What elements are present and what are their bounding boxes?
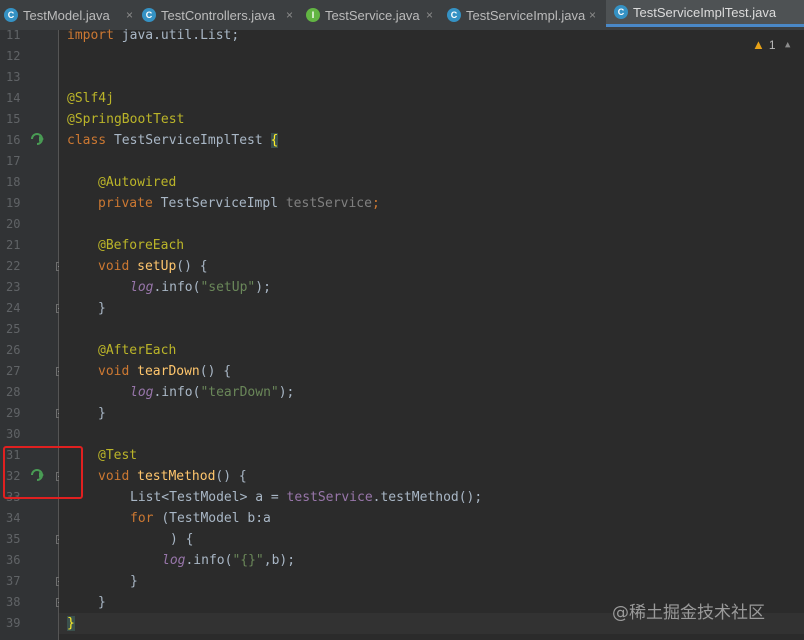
code-line-18: @Autowired — [98, 175, 177, 190]
code-editor[interactable]: import java.util.List; @Slf4j @SpringBoo… — [59, 28, 804, 640]
code-line-15: @SpringBootTest — [67, 112, 185, 127]
line-number: 27 — [6, 364, 21, 378]
line-number: 30 — [6, 427, 21, 441]
line-number: 28 — [6, 385, 21, 399]
line-number: 13 — [6, 70, 21, 84]
code-line-28: log.info("tearDown"); — [130, 385, 295, 400]
code-line-27: void tearDown() { — [98, 364, 232, 379]
line-number: 14 — [6, 91, 21, 105]
line-number: 36 — [6, 553, 21, 567]
warning-count: 1 — [768, 37, 776, 52]
line-number: 16 — [6, 133, 21, 147]
code-line-35: ) { — [170, 532, 194, 547]
inspection-widget[interactable]: ▲ 1 — [752, 37, 776, 52]
line-number: 34 — [6, 511, 21, 525]
close-icon[interactable]: × — [126, 8, 133, 22]
line-number: 29 — [6, 406, 21, 420]
line-number: 15 — [6, 112, 21, 126]
chevron-up-icon[interactable]: ▲ — [785, 40, 790, 50]
line-number: 23 — [6, 280, 21, 294]
class-icon: C — [142, 8, 156, 22]
tab-testserviceimpltest[interactable]: C TestServiceImplTest.java — [606, 0, 804, 27]
code-line-37: } — [130, 574, 138, 589]
code-line-14: @Slf4j — [67, 91, 114, 106]
tab-label: TestServiceImplTest.java — [633, 4, 777, 20]
line-number: 37 — [6, 574, 21, 588]
code-line-32: void testMethod() { — [98, 469, 247, 484]
code-line-38: } — [98, 595, 106, 610]
line-number: 39 — [6, 616, 21, 630]
class-icon: C — [614, 5, 628, 19]
line-number: 17 — [6, 154, 21, 168]
code-line-24: } — [98, 301, 106, 316]
line-number: 26 — [6, 343, 21, 357]
code-line-16: class TestServiceImplTest { — [67, 133, 279, 148]
tab-label: TestControllers.java — [161, 7, 276, 23]
code-line-29: } — [98, 406, 106, 421]
class-icon: C — [4, 8, 18, 22]
tab-label: TestService.java — [325, 7, 420, 23]
code-line-26: @AfterEach — [98, 343, 177, 358]
code-line-39: } — [67, 616, 75, 631]
line-number: 20 — [6, 217, 21, 231]
code-line-33: List<TestModel> a = testService.testMeth… — [130, 490, 483, 505]
code-line-21: @BeforeEach — [98, 238, 185, 253]
line-number: 22 — [6, 259, 21, 273]
line-number: 25 — [6, 322, 21, 336]
code-line-19: private TestServiceImpl testService; — [98, 196, 380, 211]
line-number: 35 — [6, 532, 21, 546]
line-number: 19 — [6, 196, 21, 210]
class-icon: C — [447, 8, 461, 22]
tab-testservice[interactable]: I TestService.java × — [306, 0, 433, 30]
code-line-22: void setUp() { — [98, 259, 208, 274]
run-test-class-icon[interactable] — [30, 132, 46, 146]
tab-testserviceimpl[interactable]: C TestServiceImpl.java × — [447, 0, 596, 30]
code-line-11: import java.util.List; — [67, 28, 240, 43]
line-number: 12 — [6, 49, 21, 63]
tab-label: TestModel.java — [23, 7, 110, 23]
close-icon[interactable]: × — [426, 8, 433, 22]
code-line-31: @Test — [98, 448, 138, 463]
line-number: 38 — [6, 595, 21, 609]
line-number: 18 — [6, 175, 21, 189]
line-number: 11 — [6, 28, 21, 42]
tab-label: TestServiceImpl.java — [466, 7, 586, 23]
code-line-34: for (TestModel b:a — [130, 511, 271, 526]
close-icon[interactable]: × — [589, 8, 596, 22]
interface-icon: I — [306, 8, 320, 22]
watermark: @稀土掘金技术社区 — [612, 603, 765, 623]
code-line-36: log.info("{}",b); — [162, 553, 296, 568]
code-line-23: log.info("setUp"); — [130, 280, 271, 295]
close-icon[interactable]: × — [286, 8, 293, 22]
line-number-gutter[interactable]: 11 12 13 14 15 16 17 18 19 20 21 22 23 2… — [0, 28, 59, 640]
line-number: 21 — [6, 238, 21, 252]
warning-triangle-icon: ▲ — [752, 37, 765, 52]
line-number: 24 — [6, 301, 21, 315]
highlight-box — [3, 446, 83, 499]
